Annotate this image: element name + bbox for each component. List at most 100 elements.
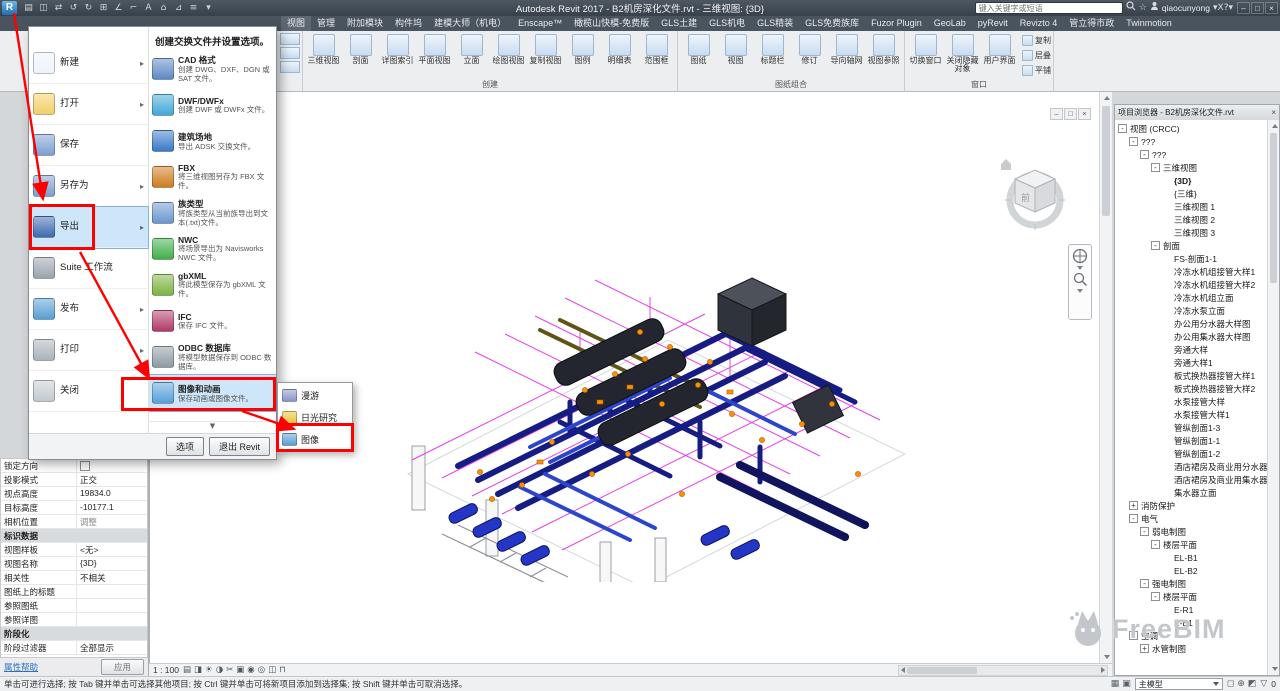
open-icon[interactable]: ▤ — [21, 1, 36, 15]
tree-item[interactable]: 旁通大样1 — [1115, 356, 1267, 369]
navigation-wheel-icon[interactable] — [1072, 248, 1088, 264]
tree-expand-icon[interactable]: - — [1129, 137, 1138, 146]
property-row[interactable]: 标识数据 — [1, 529, 147, 543]
ribbon-small-button[interactable] — [280, 47, 300, 59]
ribbon-tab[interactable]: Revizto 4 — [1014, 16, 1064, 31]
property-row[interactable]: 目标高度 -10177.1 — [1, 501, 147, 515]
export-option-nwc[interactable]: NWC 将场景导出为 Navisworks NWC 文件。 — [149, 231, 276, 267]
tree-expand-icon[interactable]: - — [1151, 592, 1160, 601]
tree-expand-icon[interactable] — [1162, 293, 1171, 302]
search-input[interactable] — [975, 2, 1123, 14]
tree-item[interactable]: 旁通大样 — [1115, 343, 1267, 356]
menu-item-open[interactable]: 打开 — [29, 84, 148, 125]
search-icon[interactable] — [1126, 1, 1136, 16]
ribbon-button[interactable]: 用户界面 — [981, 33, 1018, 65]
ribbon-button[interactable]: 图例 — [564, 33, 601, 65]
temporary-hide-icon[interactable]: ◉ — [247, 664, 254, 676]
ribbon-button[interactable]: 导向轴网 — [828, 33, 865, 65]
tree-expand-icon[interactable] — [1162, 436, 1171, 445]
property-row[interactable]: 投影模式 正交 — [1, 473, 147, 487]
property-row[interactable]: 阶段化 — [1, 627, 147, 641]
reveal-hidden-icon[interactable]: ◎ — [258, 664, 265, 676]
tree-expand-icon[interactable] — [1162, 332, 1171, 341]
ribbon-tab[interactable]: 橄榄山快模-免费版 — [568, 16, 655, 31]
close-button[interactable]: × — [1265, 2, 1278, 14]
tree-item[interactable]: {三维} — [1115, 187, 1267, 200]
property-value[interactable]: -10177.1 — [77, 501, 147, 514]
tree-expand-icon[interactable]: - — [1129, 514, 1138, 523]
ribbon-button[interactable]: 详图索引 — [379, 33, 416, 65]
property-value[interactable] — [41, 529, 147, 542]
export-option-site[interactable]: 建筑场地 导出 ADSK 交换文件。 — [149, 123, 276, 159]
tree-item[interactable]: 办公用集水器大样图 — [1115, 330, 1267, 343]
ribbon-small-button[interactable] — [280, 61, 300, 73]
tree-expand-icon[interactable] — [1162, 189, 1171, 198]
export-option-ifc[interactable]: IFC 保存 IFC 文件。 — [149, 303, 276, 339]
tree-item[interactable]: 冷冻水机组立面 — [1115, 291, 1267, 304]
properties-help-link[interactable]: 属性帮助 — [4, 661, 38, 673]
tree-item[interactable]: - ??? — [1115, 135, 1267, 148]
tree-expand-icon[interactable] — [1162, 410, 1171, 419]
application-menu-button[interactable]: R — [2, 1, 17, 15]
tree-item[interactable]: 板式换热器接管大样2 — [1115, 382, 1267, 395]
viewcube[interactable]: 前 — [995, 150, 1075, 236]
tree-item[interactable]: 三维视图 3 — [1115, 226, 1267, 239]
tree-expand-icon[interactable] — [1162, 449, 1171, 458]
ribbon-button[interactable]: 剖面 — [342, 33, 379, 65]
redo-icon[interactable]: ↻ — [81, 1, 96, 15]
tree-expand-icon[interactable] — [1162, 202, 1171, 211]
filter-icon[interactable]: ▽ — [1260, 679, 1267, 689]
ribbon-button[interactable]: 绘图视图 — [490, 33, 527, 65]
tree-item[interactable]: EL-B1 — [1115, 551, 1267, 564]
tree-item[interactable]: 水泵接管大样 — [1115, 395, 1267, 408]
property-value[interactable]: 调整 — [77, 515, 147, 528]
editable-only-icon[interactable]: ◻ — [1227, 679, 1234, 689]
ribbon-tab[interactable]: Enscape™ — [512, 16, 568, 31]
scroll-right-icon[interactable] — [1101, 667, 1105, 673]
ribbon-tab[interactable]: 管立得市政 — [1063, 16, 1120, 31]
export-option-images-animations[interactable]: 图像和动画 保存动画或图像文件。 — [149, 375, 276, 411]
tree-item[interactable]: 管纵剖面1-1 — [1115, 434, 1267, 447]
scroll-up-icon[interactable] — [1100, 92, 1112, 104]
tree-expand-icon[interactable] — [1162, 384, 1171, 393]
tree-item[interactable]: 集水器立面 — [1115, 486, 1267, 499]
scroll-up-icon[interactable] — [1268, 120, 1280, 132]
property-value[interactable]: 全部显示 — [77, 641, 147, 654]
tree-expand-icon[interactable] — [1162, 358, 1171, 367]
ribbon-button[interactable]: 视图 — [717, 33, 754, 65]
exit-revit-button[interactable]: 退出 Revit — [209, 437, 270, 456]
view-restore-button[interactable]: □ — [1064, 108, 1077, 120]
ribbon-tab[interactable]: 管理 — [311, 16, 341, 31]
ribbon-tab[interactable]: Twinmotion — [1120, 16, 1178, 31]
tree-expand-icon[interactable] — [1162, 488, 1171, 497]
ribbon-small-labeled-button[interactable]: 复制 — [1022, 33, 1051, 47]
sun-path-icon[interactable]: ☀ — [205, 664, 213, 676]
scrollbar-thumb[interactable] — [907, 667, 977, 674]
tree-item[interactable]: - 电气 — [1115, 512, 1267, 525]
drawing-area[interactable]: 前 –□× — [149, 92, 1112, 663]
workset-dropdown[interactable]: 主模型 — [1135, 678, 1223, 690]
temporary-properties-icon[interactable]: ◫ — [268, 664, 276, 676]
crop-region-icon[interactable]: ▣ — [236, 664, 244, 676]
ribbon-tab[interactable]: 构件坞 — [389, 16, 428, 31]
ribbon-button[interactable]: 切换窗口 — [907, 33, 944, 65]
ribbon-button[interactable]: 立面 — [453, 33, 490, 65]
menu-item-close[interactable]: 关闭 — [29, 371, 148, 412]
ribbon-button[interactable]: 复制视图 — [527, 33, 564, 65]
tree-expand-icon[interactable] — [1162, 566, 1171, 575]
close-icon[interactable]: × — [1271, 108, 1276, 117]
menu-item-suite-workflow[interactable]: Suite 工作流 — [29, 248, 148, 289]
tree-item[interactable]: - ??? — [1115, 148, 1267, 161]
ribbon-tab[interactable]: GLS免费族库 — [799, 16, 865, 31]
tree-expand-icon[interactable]: - — [1118, 124, 1127, 133]
tree-item[interactable]: 水泵接管大样1 — [1115, 408, 1267, 421]
visual-style-icon[interactable]: ◨ — [194, 664, 202, 676]
tree-item[interactable]: - 视图 (CRCC) — [1115, 122, 1267, 135]
zoom-icon[interactable] — [1073, 272, 1088, 287]
property-row[interactable]: 参照图纸 — [1, 599, 147, 613]
tree-item[interactable]: 管纵剖面1-2 — [1115, 447, 1267, 460]
menu-item-new[interactable]: 新建 — [29, 43, 148, 84]
menu-item-print[interactable]: 打印 — [29, 330, 148, 371]
scrollbar-thumb[interactable] — [1102, 106, 1110, 216]
detail-level-icon[interactable]: ▤ — [183, 664, 191, 676]
